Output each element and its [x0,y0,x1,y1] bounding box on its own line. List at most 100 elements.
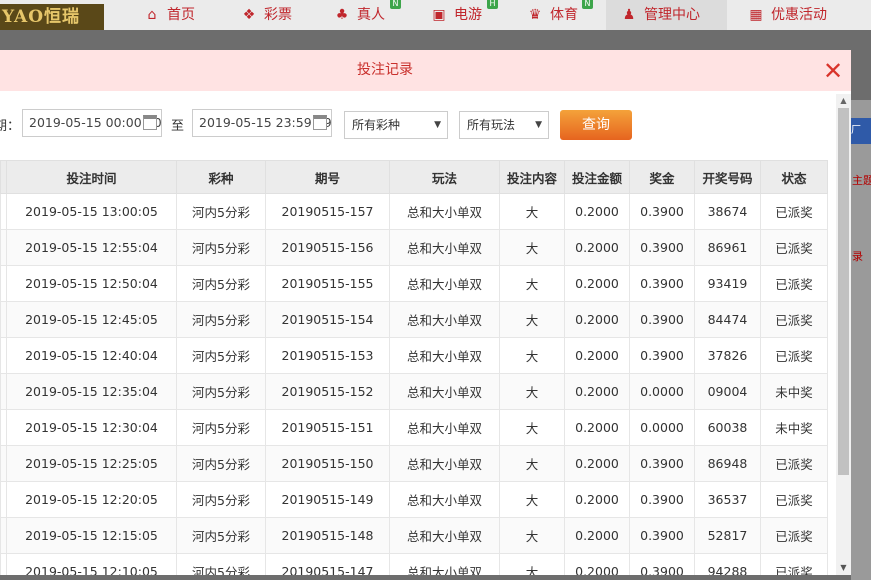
period-cell: 20190515-155 [265,265,390,302]
play-cell: 总和大小单双 [389,265,500,302]
period-cell: 20190515-149 [265,481,390,518]
bet-time-cell: 2019-05-15 12:35:04 [6,373,177,410]
prize-cell: 0.3900 [629,193,695,230]
gift-icon: ▦ [749,7,763,23]
content-cell: 大 [499,301,565,338]
lottery-cell: 河内5分彩 [176,553,266,575]
new-badge: N [390,0,401,9]
status-cell[interactable]: 未中奖 [760,373,828,410]
hot-badge: H [487,0,498,9]
lottery-cell: 河内5分彩 [176,517,266,554]
play-cell: 总和大小单双 [389,517,500,554]
lottery-cell: 河内5分彩 [176,229,266,266]
table-header: 投注时间 [6,160,177,194]
draw-number-cell: 84474 [694,301,761,338]
draw-number-cell: 38674 [694,193,761,230]
nav-item-home[interactable]: ⌂ 首页 [143,0,195,30]
nav-item-label: 电游 [454,7,482,23]
bet-time-cell: 2019-05-15 13:00:05 [6,193,177,230]
table-row: 2019-05-15 12:10:05 河内5分彩 20190515-147 总和大小… [0,553,828,575]
status-cell[interactable]: 已派奖 [760,337,828,374]
lottery-cell: 河内5分彩 [176,337,266,374]
query-button[interactable]: 查询 [560,110,632,140]
lottery-cell: 河内5分彩 [176,193,266,230]
scrollbar[interactable]: ▲ ▼ [836,94,851,575]
calendar-icon[interactable] [143,115,157,130]
nav-item-user-center[interactable]: ♟ 管理中心 [606,0,727,30]
calendar-icon[interactable] [313,115,327,130]
amount-cell: 0.2000 [564,517,630,554]
amount-cell: 0.2000 [564,553,630,575]
prize-cell: 0.3900 [629,265,695,302]
period-cell: 20190515-147 [265,553,390,575]
lottery-cell: 河内5分彩 [176,265,266,302]
modal-title: 投注记录 [357,62,413,78]
draw-number-cell: 52817 [694,517,761,554]
scrollbar-thumb[interactable] [838,108,849,475]
prize-cell: 0.3900 [629,481,695,518]
status-cell[interactable]: 已派奖 [760,193,828,230]
end-date-input[interactable]: 2019-05-15 23:59:59 [192,109,332,137]
lottery-cell: 河内5分彩 [176,445,266,482]
bet-time-cell: 2019-05-15 12:30:04 [6,409,177,446]
play-cell: 总和大小单双 [389,409,500,446]
bet-time-cell: 2019-05-15 12:45:05 [6,301,177,338]
status-cell[interactable]: 已派奖 [760,445,828,482]
scroll-up-icon[interactable]: ▲ [836,94,851,108]
content-cell: 大 [499,481,565,518]
table-row: 2019-05-15 13:00:05 河内5分彩 20190515-157 总和大小… [0,193,828,230]
draw-number-cell: 09004 [694,373,761,410]
status-cell[interactable]: 已派奖 [760,481,828,518]
amount-cell: 0.2000 [564,265,630,302]
content-cell: 大 [499,517,565,554]
nav-item-label: 管理中心 [644,7,700,23]
play-cell: 总和大小单双 [389,553,500,575]
status-cell[interactable]: 已派奖 [760,265,828,302]
start-date-input[interactable]: 2019-05-15 00:00:00 [22,109,162,137]
date-label: 期： [0,119,21,134]
content-cell: 大 [499,409,565,446]
draw-number-cell: 37826 [694,337,761,374]
table-row: 2019-05-15 12:35:04 河内5分彩 20190515-152 总和大小… [0,373,828,410]
lottery-select[interactable]: 所有彩种 ▼ [344,111,448,139]
site-logo[interactable]: YAO恒瑞 [0,4,104,30]
table-row: 2019-05-15 12:50:04 河内5分彩 20190515-155 总和大小… [0,265,828,302]
bet-time-cell: 2019-05-15 12:55:04 [6,229,177,266]
status-cell[interactable]: 未中奖 [760,409,828,446]
scroll-down-icon[interactable]: ▼ [836,561,851,575]
background-text: 录 [852,250,863,263]
content-cell: 大 [499,229,565,266]
nav-item-promotions[interactable]: ▦ 优惠活动 [747,0,827,30]
play-select[interactable]: 所有玩法 ▼ [459,111,549,139]
content-cell: 大 [499,337,565,374]
table-row: 2019-05-15 12:40:04 河内5分彩 20190515-153 总和大小… [0,337,828,374]
content-cell: 大 [499,265,565,302]
period-cell: 20190515-156 [265,229,390,266]
period-cell: 20190515-148 [265,517,390,554]
status-cell[interactable]: 已派奖 [760,229,828,266]
nav-item-sports[interactable]: ♛ 体育 N [526,0,593,30]
content-cell: 大 [499,193,565,230]
filter-bar: 期： 2019-05-15 00:00:00 至 2019-05-15 23:5… [0,106,840,140]
content-cell: 大 [499,553,565,575]
lottery-icon: ❖ [242,7,256,23]
nav-item-label: 优惠活动 [771,7,827,23]
lottery-cell: 河内5分彩 [176,373,266,410]
play-cell: 总和大小单双 [389,445,500,482]
bet-time-cell: 2019-05-15 12:40:04 [6,337,177,374]
amount-cell: 0.2000 [564,229,630,266]
play-cell: 总和大小单双 [389,229,500,266]
nav-item-live[interactable]: ♣ 真人 N [333,0,401,30]
play-cell: 总和大小单双 [389,373,500,410]
status-cell[interactable]: 已派奖 [760,517,828,554]
nav-item-slots[interactable]: ▣ 电游 H [430,0,498,30]
prize-cell: 0.3900 [629,553,695,575]
close-icon[interactable]: ✕ [821,59,845,83]
bet-time-cell: 2019-05-15 12:15:05 [6,517,177,554]
nav-item-lottery[interactable]: ❖ 彩票 [240,0,292,30]
prize-cell: 0.0000 [629,373,695,410]
status-cell[interactable]: 已派奖 [760,301,828,338]
play-cell: 总和大小单双 [389,193,500,230]
status-cell[interactable]: 已派奖 [760,553,828,575]
table-row: 2019-05-15 12:30:04 河内5分彩 20190515-151 总和大小… [0,409,828,446]
